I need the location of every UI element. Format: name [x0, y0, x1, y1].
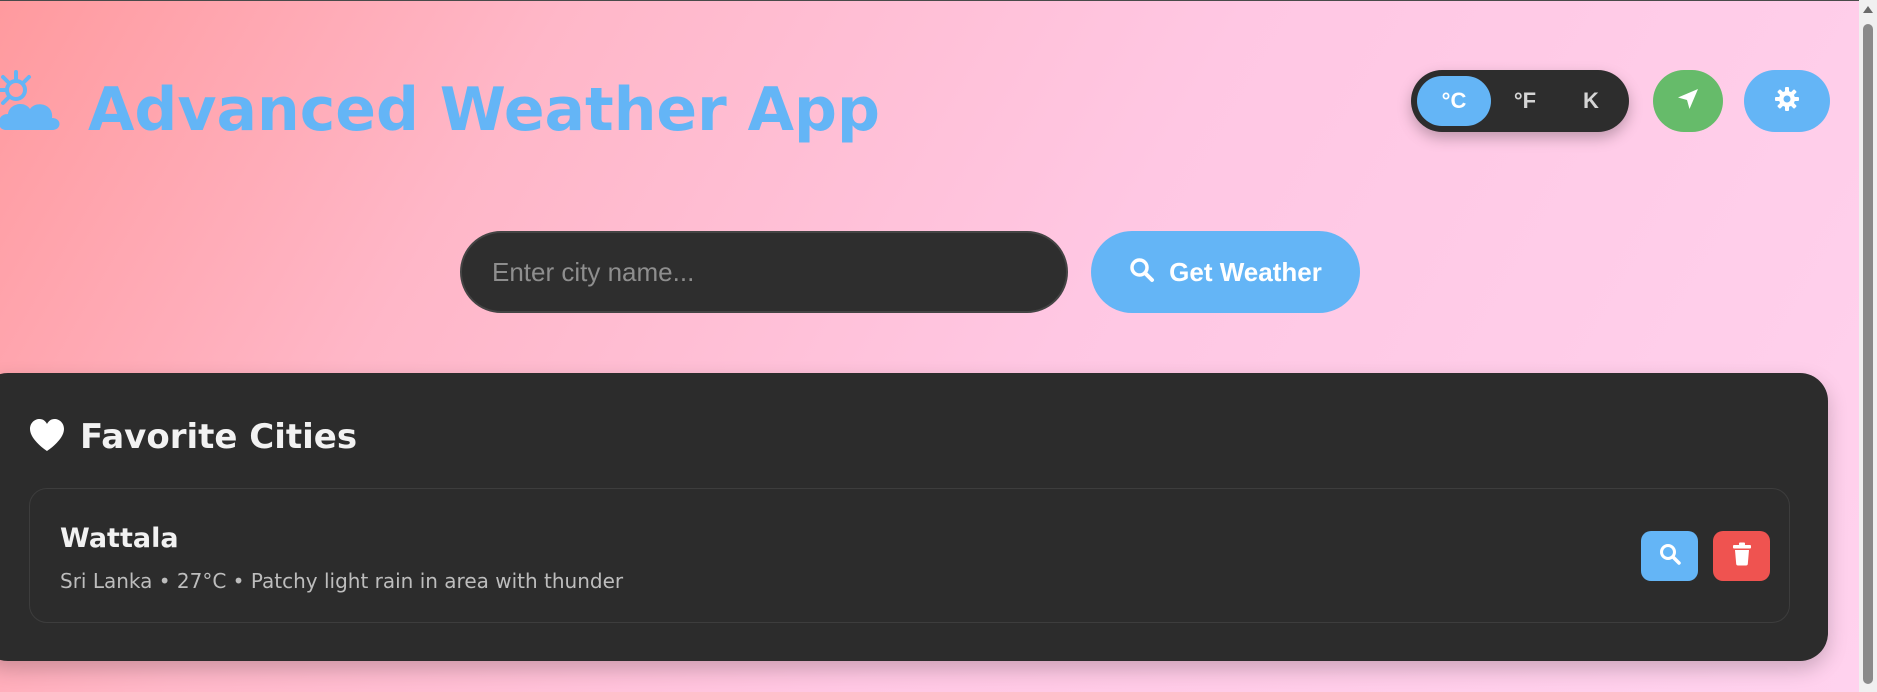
scrollbar-thumb[interactable] [1863, 24, 1873, 684]
favorites-title: Favorite Cities [80, 417, 358, 457]
gear-icon [1774, 86, 1800, 116]
favorites-panel: Favorite Cities Wattala Sri Lanka • 27°C… [0, 373, 1828, 661]
current-location-button[interactable] [1653, 70, 1723, 132]
search-icon [1659, 543, 1681, 569]
view-city-weather-button[interactable] [1641, 531, 1698, 581]
city-search-input[interactable] [460, 231, 1068, 313]
search-icon [1129, 257, 1155, 287]
sun-behind-cloud-icon [0, 68, 66, 142]
heart-icon [28, 418, 66, 456]
unit-fahrenheit-button[interactable]: °F [1491, 76, 1559, 126]
favorites-heading: Favorite Cities [28, 413, 357, 461]
city-name: Wattala [60, 523, 179, 554]
city-details: Sri Lanka • 27°C • Patchy light rain in … [60, 569, 624, 593]
get-weather-label: Get Weather [1169, 256, 1322, 287]
remove-favorite-button[interactable] [1713, 531, 1770, 581]
page-scrollbar[interactable] [1859, 0, 1877, 692]
scroll-up-arrow-icon[interactable] [1863, 6, 1873, 13]
get-weather-button[interactable]: Get Weather [1091, 231, 1360, 313]
app-title: Advanced Weather App [88, 75, 880, 145]
unit-toggle: °C °F K [1411, 70, 1629, 132]
trash-icon [1732, 542, 1752, 570]
unit-kelvin-button[interactable]: K [1559, 76, 1623, 126]
window-top-border [0, 0, 1859, 1]
location-arrow-icon [1676, 87, 1700, 115]
favorite-city-card[interactable]: Wattala Sri Lanka • 27°C • Patchy light … [29, 488, 1790, 623]
unit-celsius-button[interactable]: °C [1417, 76, 1491, 126]
settings-button[interactable] [1744, 70, 1830, 132]
